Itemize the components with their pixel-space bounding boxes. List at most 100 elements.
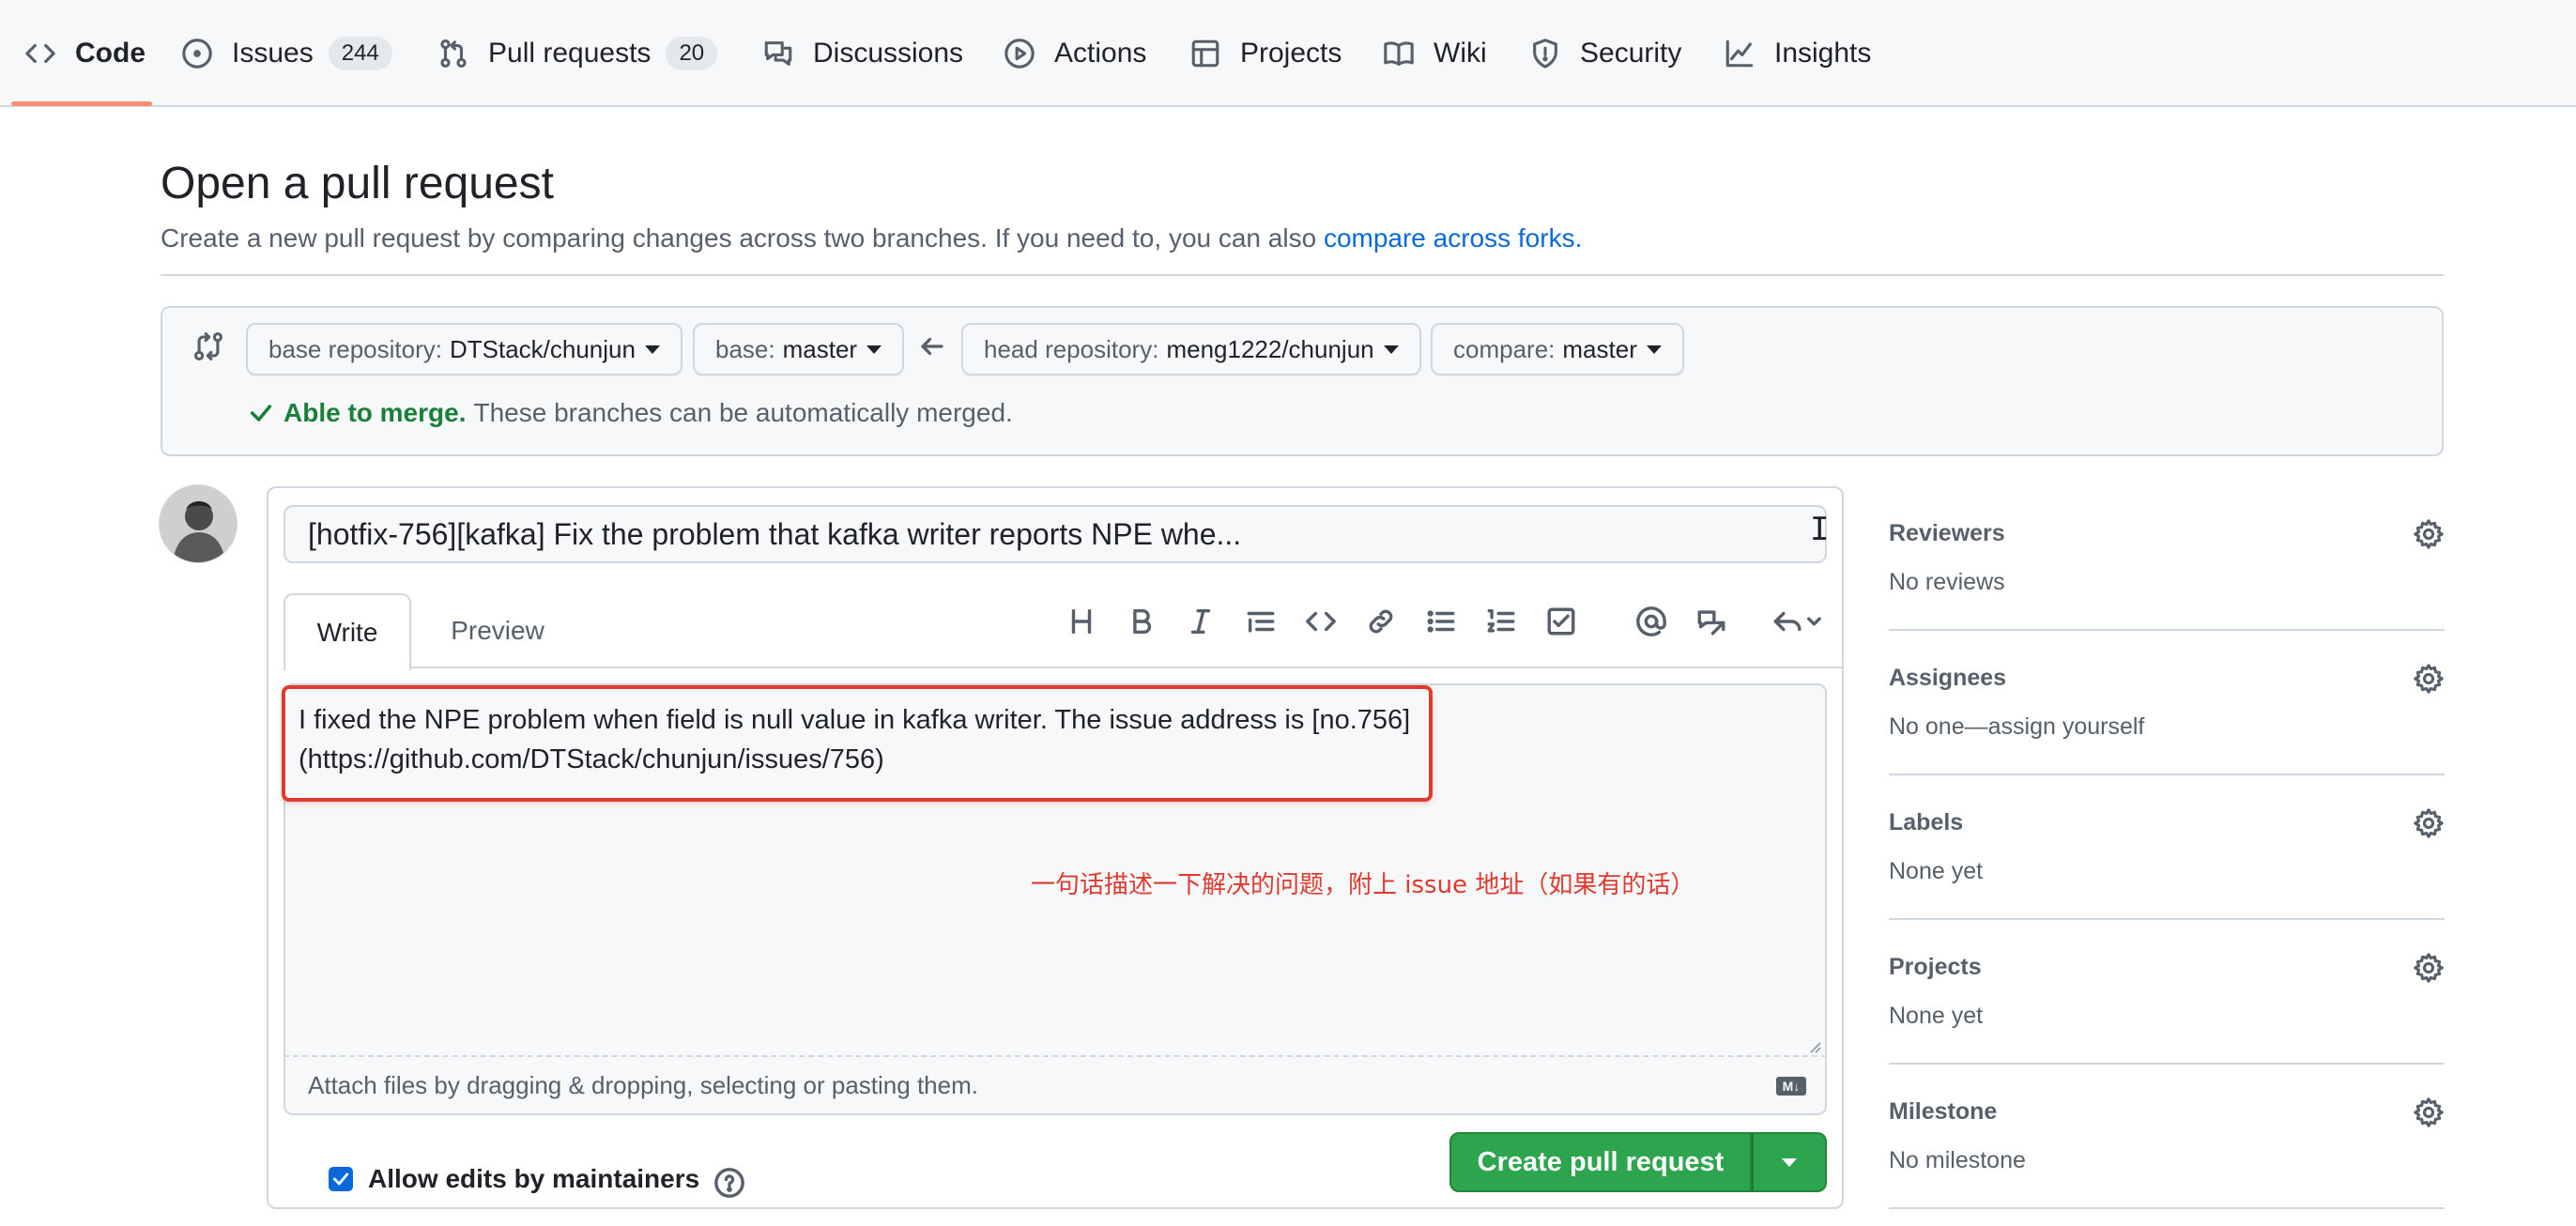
avatar[interactable] bbox=[159, 484, 238, 563]
code-icon[interactable] bbox=[1305, 605, 1337, 637]
unordered-list-icon[interactable] bbox=[1425, 605, 1457, 637]
heading-icon[interactable] bbox=[1066, 605, 1097, 637]
sidebar-reviewers: Reviewers No reviews bbox=[1889, 486, 2445, 631]
tab-insights[interactable]: Insights bbox=[1724, 0, 1871, 107]
milestone-value: No milestone bbox=[1889, 1147, 2026, 1173]
selected-tab-underline bbox=[11, 101, 152, 106]
base-repository-value: DTStack/chunjun bbox=[449, 334, 636, 363]
question-icon[interactable] bbox=[713, 1167, 745, 1199]
tasklist-icon[interactable] bbox=[1545, 605, 1577, 637]
italic-icon[interactable] bbox=[1185, 605, 1217, 637]
tab-projects-label: Projects bbox=[1240, 38, 1342, 69]
tab-projects[interactable]: Projects bbox=[1189, 0, 1342, 107]
header-divider bbox=[161, 274, 2444, 276]
git-pull-request-icon bbox=[440, 38, 467, 69]
gear-icon[interactable] bbox=[2413, 952, 2445, 984]
ordered-list-icon[interactable] bbox=[1485, 605, 1517, 637]
pull-request-title-input[interactable]: [hotfix-756][kafka] Fix the problem that… bbox=[284, 505, 1827, 563]
chevron-down-icon bbox=[1646, 345, 1662, 354]
markdown-icon[interactable]: M↓ bbox=[1776, 1077, 1806, 1096]
projects-title[interactable]: Projects bbox=[1889, 954, 1982, 981]
tab-wiki-label: Wiki bbox=[1434, 38, 1487, 69]
reply-icon[interactable] bbox=[1769, 605, 1825, 637]
reviewers-title[interactable]: Reviewers bbox=[1889, 520, 2005, 547]
sidebar-milestone: Milestone No milestone bbox=[1889, 1065, 2445, 1209]
tab-issues-label: Issues bbox=[232, 38, 314, 69]
tab-write[interactable]: Write bbox=[284, 593, 411, 670]
issues-count-badge: 244 bbox=[328, 37, 392, 70]
code-icon bbox=[25, 43, 55, 64]
bold-icon[interactable] bbox=[1126, 605, 1158, 637]
projects-value: None yet bbox=[1889, 1003, 1984, 1029]
tab-preview-label: Preview bbox=[451, 616, 544, 645]
tab-insights-label: Insights bbox=[1774, 38, 1872, 69]
git-compare-icon bbox=[193, 331, 223, 361]
tab-pull-requests[interactable]: Pull requests 20 bbox=[437, 0, 718, 107]
base-branch-value: master bbox=[782, 334, 858, 363]
check-icon bbox=[250, 405, 272, 421]
table-icon bbox=[1191, 39, 1219, 68]
chevron-down-icon bbox=[1383, 345, 1399, 354]
gear-icon[interactable] bbox=[2413, 1096, 2445, 1128]
tab-issues[interactable]: Issues 244 bbox=[181, 0, 392, 107]
allow-edits-option[interactable]: Allow edits by maintainers bbox=[329, 1164, 699, 1194]
quote-icon[interactable] bbox=[1245, 605, 1277, 637]
cross-reference-icon[interactable] bbox=[1695, 605, 1727, 637]
head-repository-select[interactable]: head repository: meng1222/chunjun bbox=[961, 323, 1421, 375]
chevron-down-icon bbox=[644, 345, 660, 354]
mention-icon[interactable] bbox=[1635, 605, 1667, 637]
tab-actions-label: Actions bbox=[1054, 38, 1147, 69]
compare-branch-select[interactable]: compare: master bbox=[1431, 323, 1684, 375]
tab-discussions[interactable]: Discussions bbox=[762, 0, 963, 107]
compare-across-forks-link[interactable]: compare across forks. bbox=[1324, 223, 1582, 253]
avatar-image bbox=[160, 485, 237, 562]
tab-wiki[interactable]: Wiki bbox=[1383, 0, 1487, 107]
gear-icon[interactable] bbox=[2413, 518, 2445, 550]
annotation-note: 一句话描述一下解决的问题，附上 issue 地址（如果有的话） bbox=[1031, 871, 1695, 899]
create-pull-request-button[interactable]: Create pull request bbox=[1449, 1132, 1752, 1192]
page-description: Create a new pull request by comparing c… bbox=[161, 223, 1582, 253]
tab-pull-requests-label: Pull requests bbox=[488, 38, 652, 69]
merge-status-text: These branches can be automatically merg… bbox=[473, 398, 1013, 427]
base-branch-select[interactable]: base: master bbox=[693, 323, 905, 375]
tab-actions[interactable]: Actions bbox=[1004, 0, 1146, 107]
gear-icon[interactable] bbox=[2413, 807, 2445, 839]
pull-requests-count-badge: 20 bbox=[666, 37, 718, 70]
file-attachment-bar[interactable]: Attach files by dragging & dropping, sel… bbox=[284, 1057, 1827, 1115]
sidebar-labels: Labels None yet bbox=[1889, 775, 2445, 920]
base-repository-label: base repository: bbox=[268, 334, 442, 363]
chevron-down-icon bbox=[866, 345, 882, 354]
pull-request-title-value: [hotfix-756][kafka] Fix the problem that… bbox=[308, 516, 1242, 551]
compare-branch-label: compare: bbox=[1453, 334, 1556, 363]
tab-code[interactable]: Code bbox=[24, 0, 146, 107]
gear-icon[interactable] bbox=[2413, 663, 2445, 695]
comment-discussion-icon bbox=[764, 41, 792, 66]
tab-write-label: Write bbox=[316, 618, 378, 647]
milestone-title[interactable]: Milestone bbox=[1889, 1098, 1997, 1126]
labels-title[interactable]: Labels bbox=[1889, 809, 1963, 836]
annotation-highlight-box bbox=[282, 685, 1433, 802]
repo-nav: Code Issues 244 Pull requests 20 Discuss… bbox=[0, 0, 2576, 107]
tab-security[interactable]: Security bbox=[1529, 0, 1681, 107]
merge-status-strong: Able to merge. bbox=[284, 398, 467, 427]
labels-value: None yet bbox=[1889, 858, 1984, 884]
tab-code-label: Code bbox=[75, 38, 146, 69]
assignees-value[interactable]: No one—assign yourself bbox=[1889, 713, 2144, 741]
allow-edits-label: Allow edits by maintainers bbox=[368, 1164, 700, 1193]
compare-branch-value: master bbox=[1562, 334, 1637, 363]
assignees-title[interactable]: Assignees bbox=[1889, 665, 2006, 692]
head-repository-label: head repository: bbox=[984, 334, 1159, 363]
issue-opened-icon bbox=[182, 38, 212, 69]
tab-discussions-label: Discussions bbox=[813, 38, 964, 69]
tab-preview[interactable]: Preview bbox=[449, 593, 546, 668]
text-cursor-icon: I bbox=[1810, 511, 1830, 548]
allow-edits-checkbox[interactable] bbox=[329, 1167, 353, 1191]
check-icon bbox=[332, 1172, 349, 1186]
sidebar-assignees: Assignees No one—assign yourself bbox=[1889, 631, 2445, 775]
head-repository-value: meng1222/chunjun bbox=[1166, 334, 1374, 363]
link-icon[interactable] bbox=[1365, 605, 1397, 637]
create-pull-request-dropdown[interactable] bbox=[1752, 1132, 1827, 1192]
resize-handle-icon[interactable] bbox=[1808, 1040, 1821, 1053]
base-repository-select[interactable]: base repository: DTStack/chunjun bbox=[246, 323, 682, 375]
chevron-down-icon bbox=[1782, 1157, 1797, 1167]
